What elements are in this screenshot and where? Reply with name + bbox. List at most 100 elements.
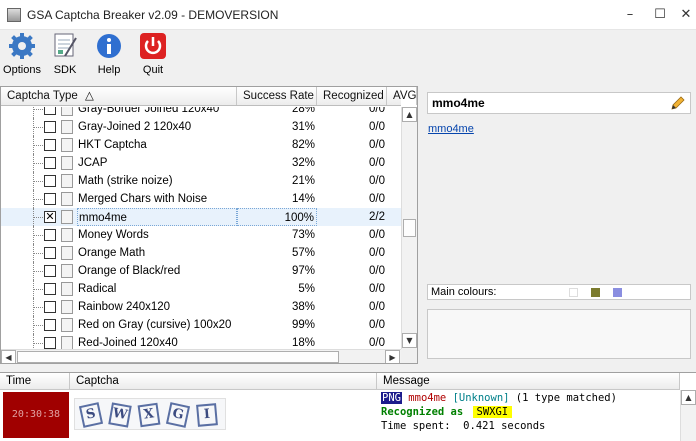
- sdk-document-icon: [54, 33, 77, 57]
- log-scroll-up-arrow-icon[interactable]: ▲: [681, 390, 696, 405]
- captcha-type-icon: [61, 228, 73, 242]
- column-recognized[interactable]: Recognized: [317, 87, 387, 105]
- log-header: Time Captcha Message: [0, 373, 680, 390]
- enable-checkbox[interactable]: [44, 175, 56, 187]
- table-row[interactable]: Gray-Border Joined 120x40 28% 0/0: [1, 107, 401, 118]
- captcha-letter: X: [137, 402, 161, 428]
- success-rate: 32%: [291, 157, 315, 169]
- log-panel: Time Captcha Message 20:30:38 SWXGI PNG …: [0, 372, 696, 441]
- captcha-type-icon: [61, 210, 73, 224]
- captcha-type-icon: [61, 282, 73, 296]
- recognized-count: 0/0: [369, 139, 385, 151]
- success-rate: 82%: [291, 139, 315, 151]
- table-row[interactable]: HKT Captcha 82% 0/0: [1, 136, 401, 154]
- enable-checkbox[interactable]: [44, 337, 56, 349]
- captcha-type-name: Red on Gray (cursive) 100x20: [78, 319, 232, 331]
- tree-connector: [25, 190, 45, 208]
- table-row[interactable]: Merged Chars with Noise 14% 0/0: [1, 190, 401, 208]
- recognized-count: 0/0: [369, 337, 385, 349]
- captcha-type-grid: Captcha Type △ Success Rate Recognized A…: [0, 86, 418, 364]
- log-vertical-scrollbar[interactable]: ▲: [680, 390, 696, 441]
- table-row[interactable]: Orange of Black/red 97% 0/0: [1, 262, 401, 280]
- scroll-corner: [401, 349, 417, 363]
- table-row[interactable]: Red-Joined 120x40 18% 0/0: [1, 334, 401, 349]
- captcha-type-name: Orange Math: [78, 247, 146, 259]
- gear-icon: [9, 33, 35, 59]
- captcha-type-name: Money Words: [78, 229, 149, 241]
- maximize-button[interactable]: ☐: [650, 6, 670, 24]
- grid-header: Captcha Type △ Success Rate Recognized A…: [1, 87, 417, 106]
- table-row[interactable]: Red on Gray (cursive) 100x20 99% 0/0: [1, 316, 401, 334]
- table-row[interactable]: Math (strike noize) 21% 0/0: [1, 172, 401, 190]
- log-column-time[interactable]: Time: [0, 373, 70, 389]
- table-row[interactable]: Rainbow 240x120 38% 0/0: [1, 298, 401, 316]
- help-button[interactable]: Help: [87, 32, 131, 82]
- table-row[interactable]: Money Words 73% 0/0: [1, 226, 401, 244]
- minimize-button[interactable]: –: [620, 6, 640, 24]
- log-recognized-label: Recognized as: [381, 406, 464, 418]
- log-column-captcha[interactable]: Captcha: [70, 373, 377, 389]
- quit-button[interactable]: Quit: [131, 32, 175, 82]
- table-row[interactable]: JCAP 32% 0/0: [1, 154, 401, 172]
- png-badge: PNG: [381, 392, 402, 404]
- log-line-2: Recognized as SWXGI: [381, 406, 513, 418]
- enable-checkbox[interactable]: [44, 247, 56, 259]
- enable-checkbox[interactable]: [44, 139, 56, 151]
- captcha-type-icon: [61, 107, 73, 116]
- options-button[interactable]: Options: [0, 32, 44, 82]
- column-avg[interactable]: AVG.: [387, 87, 417, 105]
- table-row[interactable]: Orange Math 57% 0/0: [1, 244, 401, 262]
- enable-checkbox[interactable]: [44, 319, 56, 331]
- scroll-up-arrow-icon[interactable]: ▲: [402, 107, 417, 122]
- recognized-count: 0/0: [369, 175, 385, 187]
- grid-vertical-scrollbar[interactable]: ▲ ▼: [401, 107, 417, 349]
- captcha-type-icon: [61, 246, 73, 260]
- main-colours-bar: Main colours:: [427, 284, 691, 300]
- enable-checkbox[interactable]: [44, 229, 56, 241]
- captcha-type-icon: [61, 318, 73, 332]
- recognized-count: 0/0: [369, 157, 385, 169]
- success-rate: 100%: [237, 208, 317, 226]
- tree-connector: [25, 226, 45, 244]
- table-row[interactable]: Gray-Joined 2 120x40 31% 0/0: [1, 118, 401, 136]
- table-row[interactable]: ✕ mmo4me 100% 2/2: [1, 208, 401, 226]
- enable-checkbox[interactable]: [44, 193, 56, 205]
- enable-checkbox[interactable]: ✕: [44, 211, 56, 223]
- log-line-1: PNG mmo4me [Unknown] (1 type matched): [381, 392, 617, 404]
- captcha-type-icon: [61, 192, 73, 206]
- horizontal-scroll-thumb[interactable]: [17, 351, 339, 363]
- captcha-type-name: Radical: [78, 283, 117, 295]
- success-rate: 31%: [291, 121, 315, 133]
- tree-connector: [25, 244, 45, 262]
- enable-checkbox[interactable]: [44, 121, 56, 133]
- colour-swatch: [613, 288, 622, 297]
- grid-horizontal-scrollbar[interactable]: ◀ ▶: [1, 349, 401, 363]
- success-rate: 97%: [291, 265, 315, 277]
- success-rate: 18%: [291, 337, 315, 349]
- column-captcha-type[interactable]: Captcha Type △: [1, 87, 237, 105]
- captcha-type-icon: [61, 174, 73, 188]
- scroll-thumb[interactable]: [403, 219, 416, 237]
- title-bar: GSA Captcha Breaker v2.09 - DEMOVERSION …: [0, 0, 696, 30]
- detail-link[interactable]: mmo4me: [428, 123, 474, 135]
- scroll-left-arrow-icon[interactable]: ◀: [1, 350, 16, 363]
- enable-checkbox[interactable]: [44, 107, 56, 115]
- enable-checkbox[interactable]: [44, 301, 56, 313]
- tree-connector: [25, 262, 45, 280]
- close-button[interactable]: ✕: [676, 6, 696, 24]
- sdk-button[interactable]: SDK: [43, 32, 87, 82]
- captcha-type-name: Gray-Joined 2 120x40: [78, 121, 192, 133]
- table-row[interactable]: Radical 5% 0/0: [1, 280, 401, 298]
- scroll-right-arrow-icon[interactable]: ▶: [385, 350, 400, 363]
- enable-checkbox[interactable]: [44, 283, 56, 295]
- column-success-rate[interactable]: Success Rate: [237, 87, 317, 105]
- scroll-down-arrow-icon[interactable]: ▼: [402, 333, 417, 348]
- grid-rows: Gray-Border Joined 120x40 28% 0/0 Gray-Join…: [1, 107, 401, 349]
- log-column-message[interactable]: Message: [377, 373, 680, 389]
- enable-checkbox[interactable]: [44, 157, 56, 169]
- pencil-edit-icon[interactable]: [670, 95, 686, 111]
- captcha-type-icon: [61, 300, 73, 314]
- enable-checkbox[interactable]: [44, 265, 56, 277]
- sdk-label: SDK: [53, 64, 77, 76]
- tree-connector: [25, 298, 45, 316]
